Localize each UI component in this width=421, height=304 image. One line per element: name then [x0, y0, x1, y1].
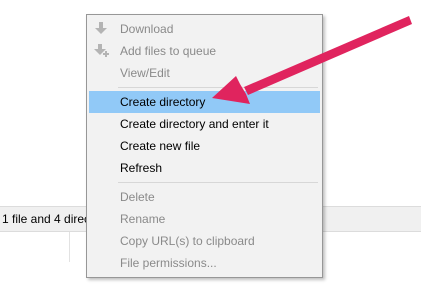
menu-item-rename[interactable]: Rename — [89, 208, 320, 230]
menu-separator — [118, 87, 318, 88]
column-divider — [69, 232, 70, 262]
add-to-queue-icon — [93, 43, 109, 59]
menu-item-create-directory-and-enter[interactable]: Create directory and enter it — [89, 113, 320, 135]
context-menu: Download Add files to queue View/Edit Cr… — [86, 14, 323, 278]
menu-item-refresh[interactable]: Refresh — [89, 157, 320, 179]
menu-item-view-edit[interactable]: View/Edit — [89, 62, 320, 84]
menu-item-add-files-to-queue[interactable]: Add files to queue — [89, 40, 320, 62]
menu-item-download[interactable]: Download — [89, 18, 320, 40]
menu-item-delete[interactable]: Delete — [89, 186, 320, 208]
status-text: 1 file and 4 direc — [2, 212, 91, 226]
menu-item-file-permissions[interactable]: File permissions... — [89, 252, 320, 274]
menu-separator — [118, 182, 318, 183]
menu-item-create-new-file[interactable]: Create new file — [89, 135, 320, 157]
menu-item-create-directory[interactable]: Create directory — [89, 91, 320, 113]
download-icon — [93, 21, 109, 37]
menu-item-copy-url[interactable]: Copy URL(s) to clipboard — [89, 230, 320, 252]
